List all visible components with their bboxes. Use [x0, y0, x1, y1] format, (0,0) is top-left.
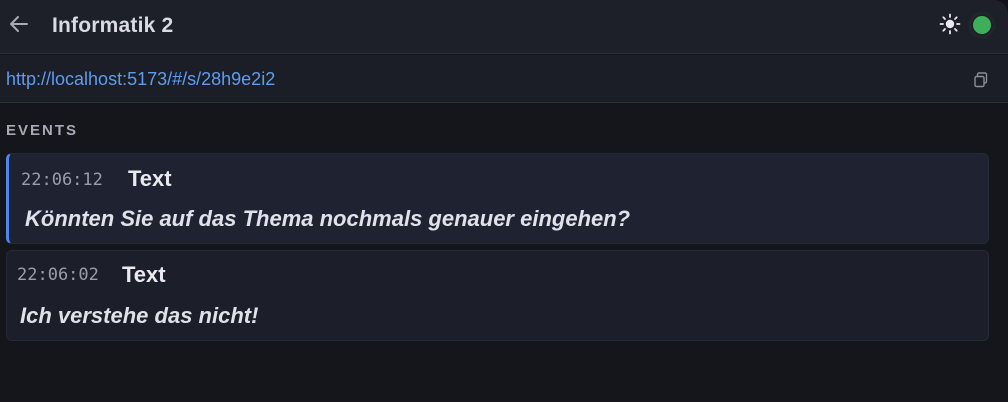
app-window: Informatik 2 http://localhost:5173/#/s/2…	[0, 0, 1008, 402]
back-button[interactable]	[4, 11, 34, 41]
copy-icon[interactable]	[974, 72, 990, 88]
events-heading: EVENTS	[6, 122, 79, 139]
event-timestamp: 22:06:12	[21, 170, 103, 190]
header-bar: Informatik 2	[0, 0, 1008, 54]
event-card: 22:06:02 Text Ich verstehe das nicht!	[6, 250, 989, 341]
session-url-link[interactable]: http://localhost:5173/#/s/28h9e2i2	[6, 69, 275, 90]
sun-icon	[939, 13, 961, 40]
url-bar: http://localhost:5173/#/s/28h9e2i2	[0, 55, 1008, 103]
page-title: Informatik 2	[52, 14, 174, 37]
connection-status-indicator	[973, 16, 991, 34]
event-type: Text	[122, 262, 166, 287]
event-message: Ich verstehe das nicht!	[20, 303, 259, 328]
theme-toggle-button[interactable]	[936, 12, 964, 40]
event-type: Text	[128, 166, 172, 191]
event-timestamp: 22:06:02	[17, 265, 99, 285]
arrow-left-icon	[8, 13, 30, 40]
event-message: Könnten Sie auf das Thema nochmals genau…	[25, 206, 631, 231]
event-card: 22:06:12 Text Könnten Sie auf das Thema …	[6, 153, 989, 244]
